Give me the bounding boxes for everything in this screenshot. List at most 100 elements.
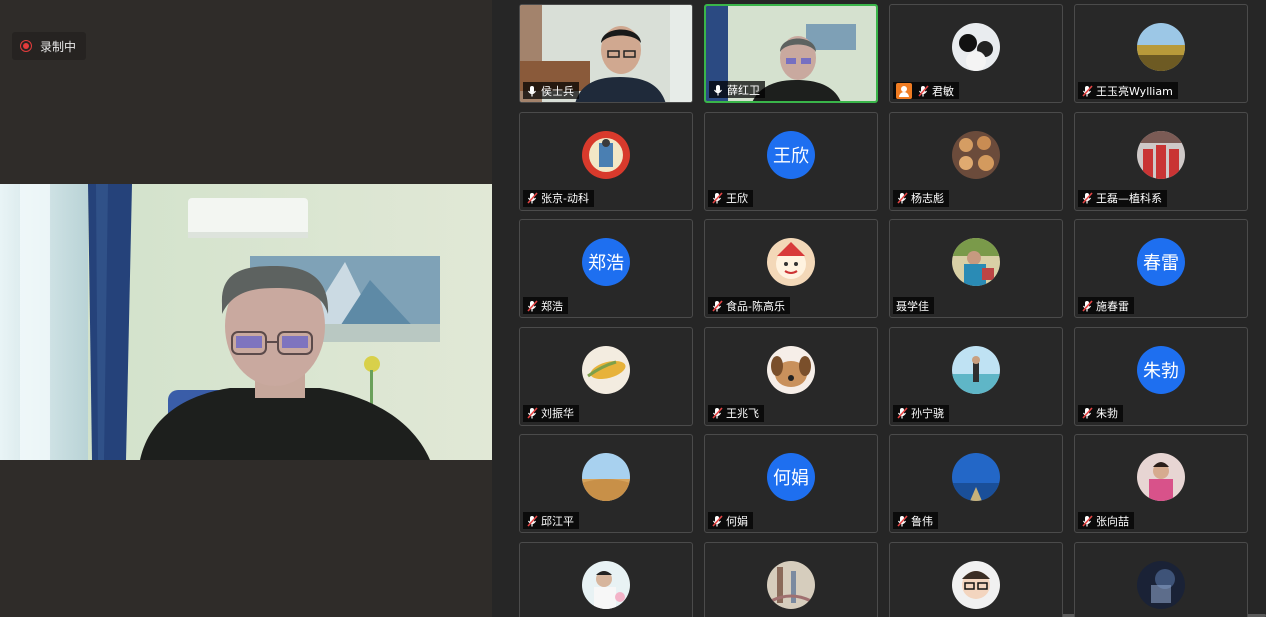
avatar: 何娟	[767, 453, 815, 501]
participant-tile[interactable]: 春雷 施春雷	[1074, 219, 1248, 318]
avatar: 朱勃	[1137, 345, 1185, 394]
avatar	[767, 345, 815, 394]
participant-name: 邱江平	[541, 514, 574, 528]
avatar	[952, 130, 1000, 179]
avatar	[1137, 560, 1185, 609]
participant-label: 刘振华	[523, 404, 579, 422]
participant-label: 何娟	[708, 512, 753, 529]
speaker-video-frame	[0, 184, 492, 460]
participant-label: 杨志彪	[893, 189, 949, 207]
mic-muted-icon	[712, 407, 723, 419]
mic-muted-icon	[897, 407, 908, 419]
participant-tile[interactable]: 王欣 王欣	[704, 111, 878, 211]
participant-tile[interactable]: 朱勃 朱勃	[1074, 326, 1248, 426]
participant-name: 施春雷	[1096, 299, 1129, 313]
avatar	[952, 560, 1000, 609]
avatar	[582, 345, 630, 394]
participant-tile[interactable]: 郑浩 郑浩	[519, 219, 693, 318]
mic-muted-icon	[897, 192, 908, 204]
participant-label: 聂学佳	[893, 297, 934, 314]
participant-tile[interactable]: 侯士兵	[519, 4, 693, 103]
participant-tile[interactable]	[889, 541, 1063, 617]
participant-tile[interactable]: 何娟 何娟	[704, 434, 878, 533]
participant-tile[interactable]: 张向喆	[1074, 434, 1248, 533]
mic-muted-icon	[712, 192, 723, 204]
mic-muted-icon	[1082, 84, 1093, 97]
participant-name: 王兆飞	[726, 407, 759, 420]
participant-label: 王兆飞	[708, 404, 764, 422]
participant-tile[interactable]: 王磊—植科系	[1074, 111, 1248, 211]
mic-icon	[528, 85, 536, 96]
participant-label: 张向喆	[1078, 512, 1134, 529]
participant-name: 孙宁骁	[911, 407, 944, 420]
mic-muted-icon	[1082, 192, 1093, 204]
participant-name: 食品-陈高乐	[726, 299, 785, 313]
speaker-area: 录制中	[0, 0, 492, 617]
participant-name: 王磊—植科系	[1096, 192, 1162, 205]
mic-muted-icon	[1082, 299, 1093, 312]
participant-tile[interactable]: 鲁伟	[889, 434, 1063, 533]
mic-muted-icon	[712, 514, 723, 527]
camera-off-icon	[896, 82, 912, 99]
participant-label: 侯士兵	[523, 82, 579, 99]
participant-label: 鲁伟	[893, 512, 938, 529]
participant-label: 邱江平	[523, 512, 579, 529]
participant-tile[interactable]: 食品-陈高乐	[704, 219, 878, 318]
participant-name: 聂学佳	[896, 299, 929, 313]
avatar	[767, 560, 815, 609]
participant-name: 郑浩	[541, 299, 563, 313]
recording-indicator: 录制中	[12, 32, 87, 60]
avatar	[1137, 130, 1185, 179]
participant-name: 鲁伟	[911, 514, 933, 528]
avatar	[952, 345, 1000, 394]
avatar	[1137, 23, 1185, 71]
avatar	[582, 560, 630, 609]
participant-tile[interactable]: 张京-动科	[519, 111, 693, 211]
participant-label: 王磊—植科系	[1078, 189, 1167, 207]
participant-label: 朱勃	[1078, 404, 1123, 422]
participant-tile[interactable]: 薛红卫	[704, 4, 878, 103]
mic-icon	[714, 84, 722, 95]
participant-tile[interactable]: 杨志彪	[889, 111, 1063, 211]
participant-tile[interactable]: 君敏	[889, 4, 1063, 103]
record-icon	[20, 40, 32, 52]
mic-muted-icon	[1082, 407, 1093, 419]
avatar	[1137, 453, 1185, 501]
participant-label: 食品-陈高乐	[708, 297, 790, 314]
participant-tile[interactable]: 邱江平	[519, 434, 693, 533]
recording-label: 录制中	[40, 39, 77, 54]
avatar	[952, 453, 1000, 501]
participant-name: 朱勃	[1096, 407, 1118, 420]
avatar: 郑浩	[582, 238, 630, 286]
participant-label: 张京-动科	[523, 189, 594, 207]
participant-tile[interactable]: 王兆飞	[704, 326, 878, 426]
participant-label: 孙宁骁	[893, 404, 949, 422]
participant-label: 薛红卫	[709, 81, 765, 98]
active-speaker-video	[0, 184, 492, 460]
participant-tile[interactable]: 聂学佳	[889, 219, 1063, 318]
avatar	[767, 238, 815, 286]
avatar: 春雷	[1137, 238, 1185, 286]
participant-label: 郑浩	[523, 297, 568, 314]
participant-name: 何娟	[726, 514, 748, 528]
participant-tile[interactable]: 刘振华	[519, 326, 693, 426]
participant-name: 刘振华	[541, 407, 574, 420]
avatar: 王欣	[767, 130, 815, 179]
mic-muted-icon	[918, 84, 929, 97]
participant-label: 施春雷	[1078, 297, 1134, 314]
participant-tile[interactable]	[1074, 541, 1248, 617]
participant-name: 薛红卫	[727, 83, 760, 97]
participant-tile[interactable]	[704, 541, 878, 617]
participant-grid: 侯士兵 薛红卫 君敏 王玉亮Wylliam 张京-动科 王欣 王欣 杨志彪 王磊—植科系 郑浩 郑浩…	[492, 0, 1266, 617]
participant-name: 王玉亮Wylliam	[1096, 84, 1173, 98]
participant-name: 张京-动科	[541, 192, 589, 205]
participant-name: 王欣	[726, 192, 748, 205]
participant-tile[interactable]: 王玉亮Wylliam	[1074, 4, 1248, 103]
participant-name: 杨志彪	[911, 192, 944, 205]
participant-name: 侯士兵	[541, 84, 574, 98]
avatar	[952, 238, 1000, 286]
mic-muted-icon	[1082, 514, 1093, 527]
participant-tile[interactable]: 孙宁骁	[889, 326, 1063, 426]
mic-muted-icon	[527, 192, 538, 204]
participant-tile[interactable]	[519, 541, 693, 617]
